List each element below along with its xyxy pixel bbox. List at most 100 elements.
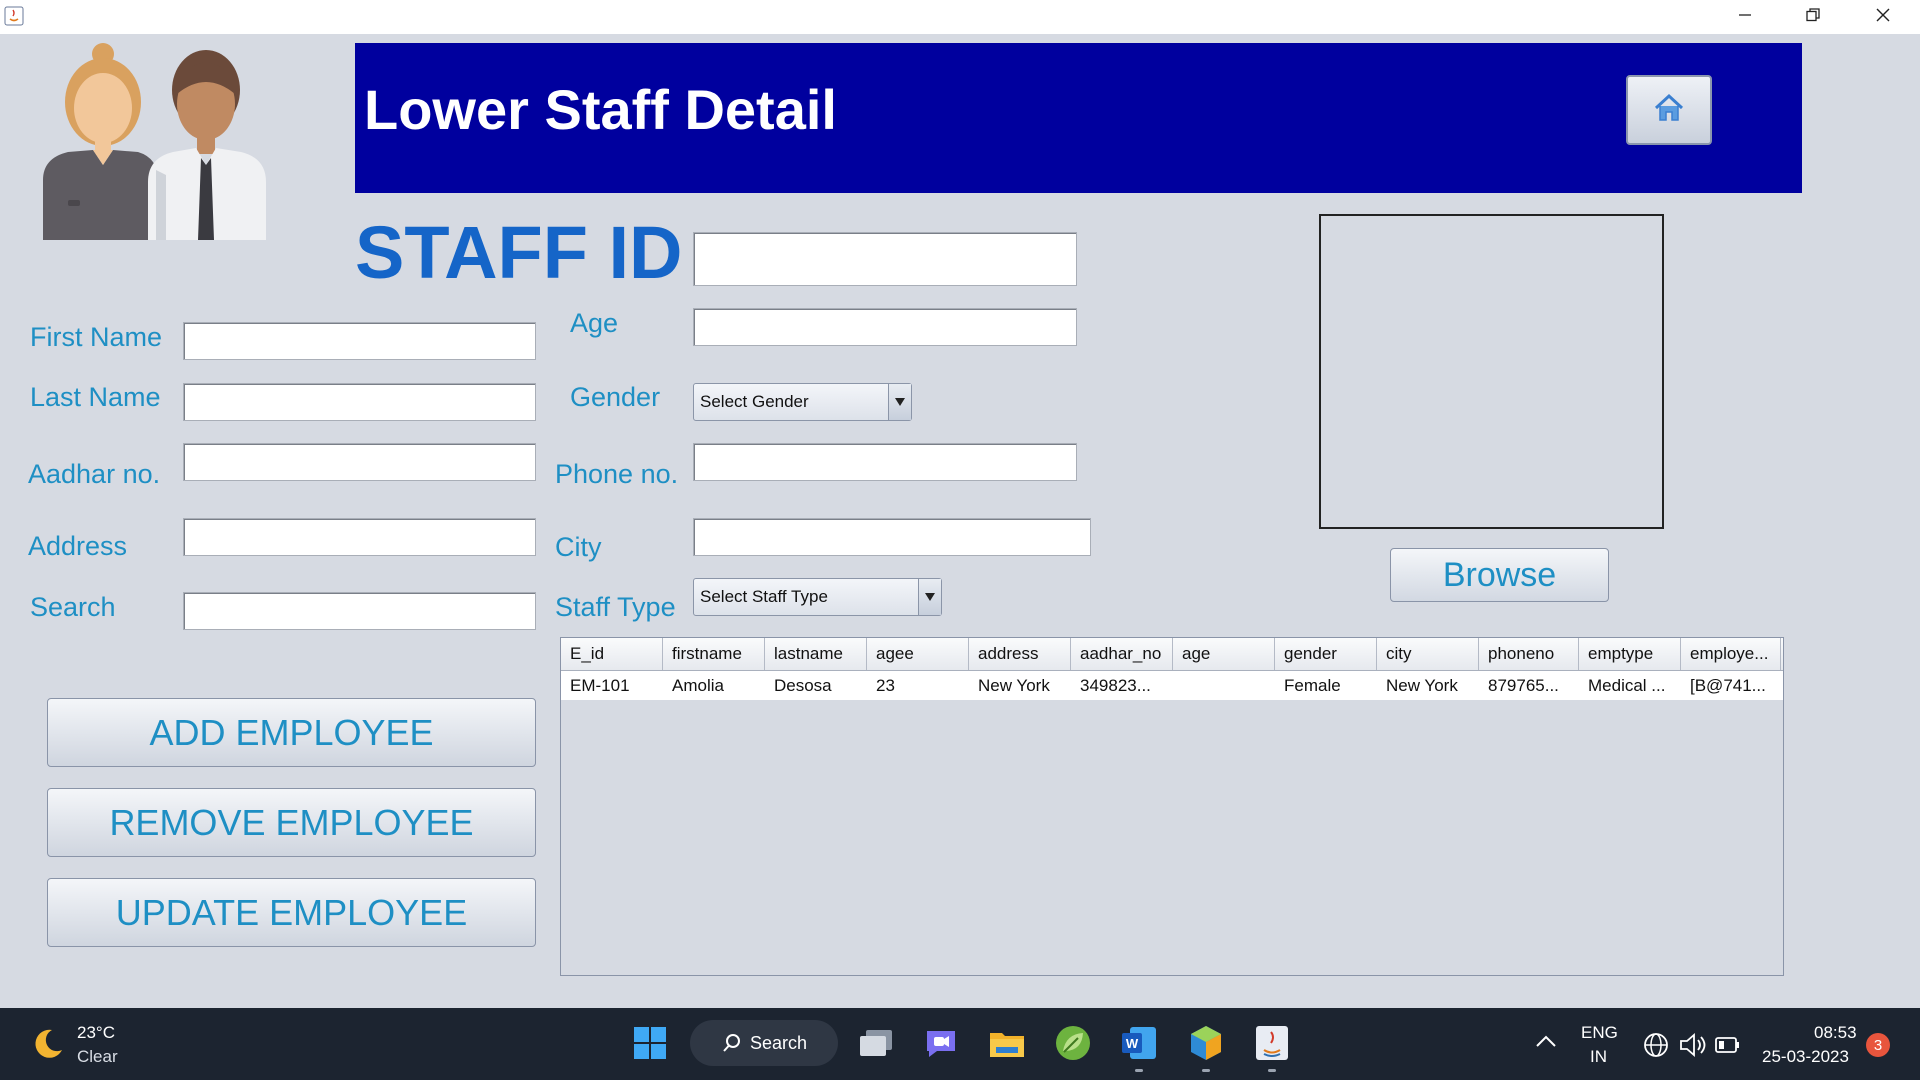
add-employee-button[interactable]: ADD EMPLOYEE <box>47 698 536 767</box>
clock-time[interactable]: 08:53 <box>1814 1023 1857 1043</box>
leaf-icon <box>1054 1024 1092 1067</box>
table-row[interactable]: EM-101 Amolia Desosa 23 New York 349823.… <box>561 671 1783 700</box>
task-view-icon <box>858 1028 894 1063</box>
minimize-button[interactable] <box>1710 0 1780 34</box>
city-input[interactable] <box>693 518 1091 556</box>
age-input[interactable] <box>693 308 1077 346</box>
staff-id-input[interactable] <box>693 232 1077 286</box>
column-header[interactable]: age <box>1173 638 1275 670</box>
header-banner: Lower Staff Detail <box>355 43 1802 193</box>
remove-employee-button[interactable]: REMOVE EMPLOYEE <box>47 788 536 857</box>
java-app-icon <box>4 6 24 26</box>
column-header[interactable]: emptype <box>1579 638 1681 670</box>
table-cell: 879765... <box>1488 676 1559 695</box>
battery-icon[interactable] <box>1715 1035 1741 1060</box>
taskbar-search-label: Search <box>750 1032 808 1053</box>
moon-icon <box>30 1029 66 1066</box>
close-icon <box>1875 7 1891 28</box>
table-cell: Desosa <box>774 676 832 695</box>
address-label: Address <box>28 531 128 561</box>
employee-table[interactable]: E_id firstname lastname agee address aad… <box>560 637 1784 976</box>
video-chat-icon <box>923 1027 959 1064</box>
language-bottom: IN <box>1590 1047 1607 1066</box>
table-cell: Amolia <box>672 676 724 695</box>
column-header[interactable]: employe... <box>1681 638 1781 670</box>
language-top[interactable]: ENG <box>1581 1023 1618 1043</box>
address-input[interactable] <box>183 518 536 556</box>
phone-label: Phone no. <box>555 459 679 489</box>
city-label: City <box>555 532 602 562</box>
column-header[interactable]: lastname <box>765 638 867 670</box>
windows-icon <box>633 1026 667 1065</box>
meet-app-button[interactable] <box>920 1024 962 1066</box>
aadhar-label: Aadhar no. <box>28 459 161 489</box>
minimize-icon <box>1737 7 1753 28</box>
staff-type-select-value: Select Staff Type <box>700 587 828 606</box>
column-header[interactable]: firstname <box>663 638 765 670</box>
chevron-down-icon <box>918 579 941 615</box>
weather-widget[interactable] <box>30 1026 66 1062</box>
table-cell: 349823... <box>1080 676 1151 695</box>
age-label: Age <box>570 308 619 338</box>
running-indicator <box>1135 1069 1143 1072</box>
table-cell <box>1173 671 1275 700</box>
aadhar-input[interactable] <box>183 443 536 481</box>
gender-label: Gender <box>570 382 661 412</box>
home-icon <box>1653 93 1685 128</box>
notification-badge[interactable]: 3 <box>1866 1033 1890 1057</box>
start-button[interactable] <box>629 1024 671 1066</box>
taskbar-search[interactable]: Search <box>690 1020 838 1066</box>
last-name-label: Last Name <box>30 382 161 412</box>
first-name-input[interactable] <box>183 322 536 360</box>
last-name-input[interactable] <box>183 383 536 421</box>
first-name-label: First Name <box>30 322 163 352</box>
table-header: E_id firstname lastname agee address aad… <box>561 638 1783 671</box>
running-indicator <box>1268 1069 1276 1072</box>
close-button[interactable] <box>1848 0 1918 34</box>
gender-select[interactable]: Select Gender <box>693 383 912 421</box>
java-app-button[interactable] <box>1251 1024 1293 1072</box>
staff-illustration <box>38 40 278 240</box>
home-button[interactable] <box>1626 75 1712 145</box>
column-header[interactable]: aadhar_no <box>1071 638 1173 670</box>
svg-text:W: W <box>1126 1036 1139 1051</box>
table-cell: New York <box>1386 676 1458 695</box>
phone-input[interactable] <box>693 443 1077 481</box>
weather-desc: Clear <box>77 1047 118 1066</box>
folder-icon <box>988 1027 1026 1064</box>
restore-icon <box>1805 7 1821 28</box>
search-label: Search <box>30 592 116 622</box>
restore-button[interactable] <box>1778 0 1848 34</box>
volume-icon[interactable] <box>1679 1032 1707 1063</box>
network-icon[interactable] <box>1643 1032 1669 1063</box>
word-button[interactable]: W <box>1118 1024 1160 1072</box>
column-header[interactable]: city <box>1377 638 1479 670</box>
column-header[interactable]: agee <box>867 638 969 670</box>
search-input[interactable] <box>183 592 536 630</box>
clock-date[interactable]: 25-03-2023 <box>1762 1047 1849 1067</box>
column-header[interactable]: E_id <box>561 638 663 670</box>
word-icon: W <box>1120 1025 1158 1066</box>
weather-temp: 23°C <box>77 1023 115 1042</box>
table-cell: Female <box>1284 676 1341 695</box>
update-employee-button[interactable]: UPDATE EMPLOYEE <box>47 878 536 947</box>
chevron-down-icon <box>888 384 911 420</box>
show-hidden-icons[interactable] <box>1535 1034 1557 1053</box>
file-explorer-button[interactable] <box>986 1024 1028 1066</box>
browse-button[interactable]: Browse <box>1390 548 1609 602</box>
photo-preview <box>1319 214 1664 529</box>
running-indicator <box>1202 1069 1210 1072</box>
task-view-button[interactable] <box>855 1024 897 1066</box>
spring-tool-button[interactable] <box>1052 1024 1094 1066</box>
column-header[interactable]: address <box>969 638 1071 670</box>
page-title: Lower Staff Detail <box>364 78 837 141</box>
staff-type-select[interactable]: Select Staff Type <box>693 578 942 616</box>
column-header[interactable]: gender <box>1275 638 1377 670</box>
search-icon <box>722 1033 742 1058</box>
table-cell: New York <box>978 676 1050 695</box>
chevron-up-icon <box>1535 1035 1557 1052</box>
column-header[interactable]: phoneno <box>1479 638 1579 670</box>
table-cell: [B@741... <box>1690 676 1766 695</box>
netbeans-button[interactable] <box>1185 1024 1227 1072</box>
java-icon <box>1254 1024 1290 1067</box>
